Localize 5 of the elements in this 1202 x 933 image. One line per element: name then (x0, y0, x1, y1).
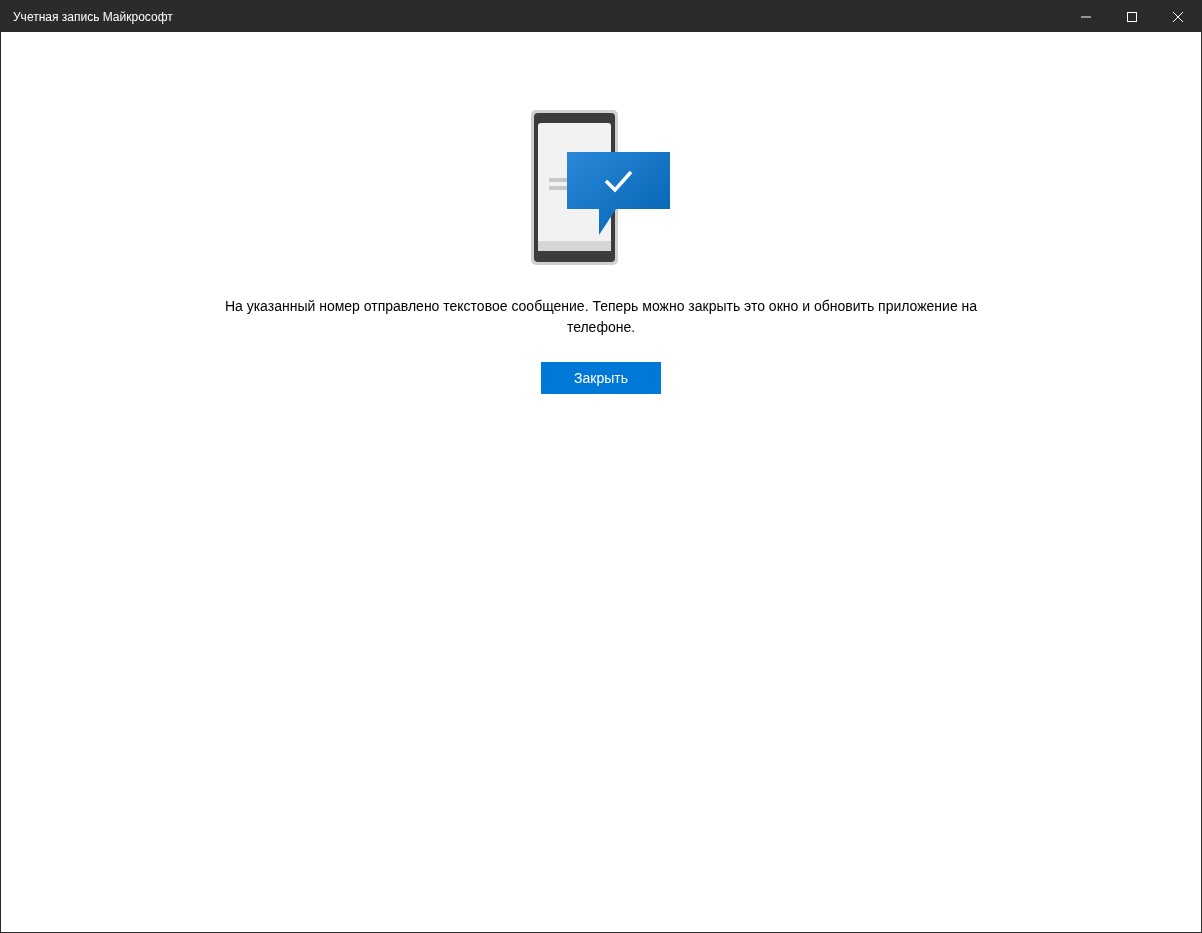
window-title: Учетная запись Майкрософт (12, 9, 174, 24)
close-icon (1173, 11, 1183, 22)
close-dialog-button[interactable]: Закрыть (541, 362, 661, 394)
maximize-icon (1127, 11, 1137, 22)
confirmation-message: На указанный номер отправлено текстовое сообщение. Теперь можно закрыть это окно и обновить приложение на телефоне. (223, 297, 979, 337)
